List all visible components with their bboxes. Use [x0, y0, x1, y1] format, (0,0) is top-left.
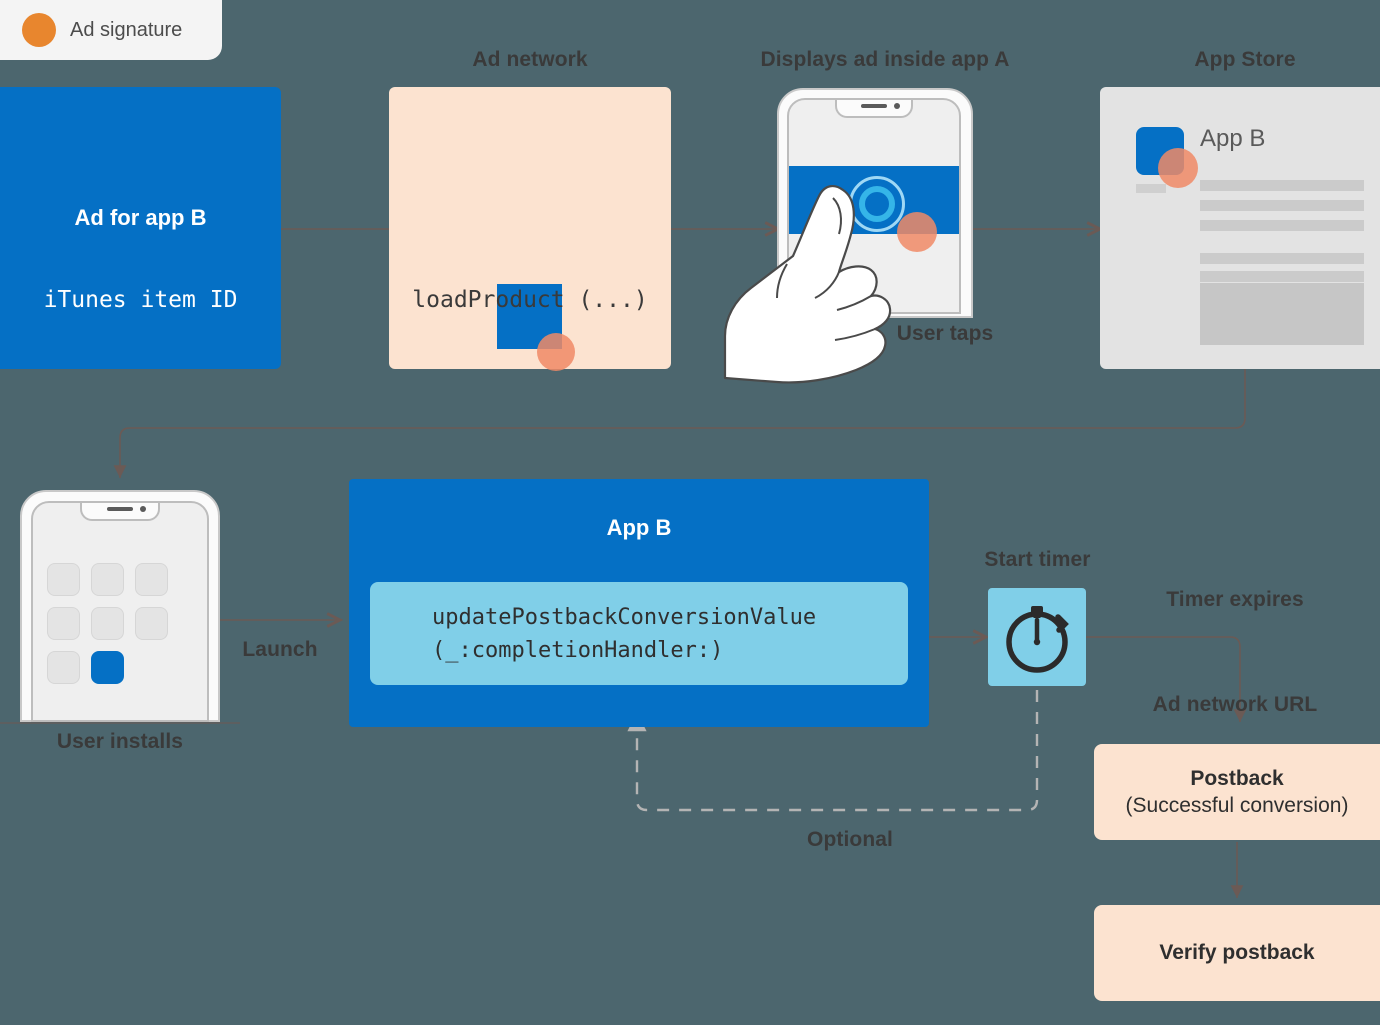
legend-ad-signature: Ad signature	[0, 0, 222, 60]
app-b-installed-icon[interactable]	[91, 651, 124, 684]
caption-app-store: App Store	[1194, 48, 1296, 71]
start-timer-card	[988, 588, 1086, 686]
app-b-api-line-2: (_:completionHandler:)	[432, 637, 724, 663]
speaker-icon	[107, 507, 133, 511]
home-screen-app-grid	[47, 563, 203, 684]
stopwatch-icon	[1006, 606, 1069, 673]
placeholder-line	[1200, 220, 1364, 231]
phone-baseline	[0, 722, 240, 724]
verify-postback-card: Verify postback	[1094, 905, 1380, 1001]
placeholder-line	[1200, 180, 1364, 191]
placeholder-block	[1200, 283, 1364, 345]
phone-home-screen	[0, 490, 240, 724]
legend-label: Ad signature	[70, 18, 183, 41]
camera-icon	[140, 506, 146, 512]
phone-notch	[80, 503, 160, 521]
placeholder-line	[1200, 271, 1364, 282]
caption-timer-expires: Timer expires	[1166, 588, 1304, 611]
ad-signature-circle-icon	[537, 333, 575, 371]
ad-network-card: loadProduct (...)	[389, 87, 671, 371]
hand-tap-illustration	[715, 168, 945, 398]
app-b-card: App B updatePostbackConversionValue (_:c…	[349, 479, 929, 727]
speaker-icon	[861, 104, 887, 108]
app-icon-placeholder	[91, 563, 124, 596]
ad-for-app-b-subtitle: iTunes item ID	[43, 287, 238, 313]
ad-signature-circle-icon	[1158, 148, 1198, 188]
ad-signature-dot-icon	[22, 13, 56, 47]
app-icon-placeholder	[47, 607, 80, 640]
app-icon-placeholder	[135, 607, 168, 640]
caption-displays-ad: Displays ad inside app A	[760, 48, 1010, 71]
caption-ad-network-url: Ad network URL	[1152, 693, 1318, 716]
app-b-api-call: updatePostbackConversionValue (_:complet…	[370, 582, 908, 685]
app-store-card: App B	[1100, 87, 1380, 369]
caption-optional: Optional	[807, 828, 893, 851]
app-store-subtitle-placeholder	[1136, 184, 1166, 193]
caption-launch: Launch	[242, 638, 318, 661]
postback-title: Postback	[1190, 766, 1284, 790]
caption-user-installs: User installs	[56, 730, 184, 753]
ad-for-app-b-card: Ad for app B iTunes item ID	[0, 87, 281, 369]
caption-user-taps: User taps	[896, 322, 994, 345]
placeholder-line	[1200, 200, 1364, 211]
phone-screen	[31, 501, 209, 722]
app-icon-placeholder	[47, 563, 80, 596]
app-b-title: App B	[606, 515, 672, 540]
camera-icon	[894, 103, 900, 109]
caption-start-timer: Start timer	[984, 548, 1091, 571]
app-b-api-line-1: updatePostbackConversionValue	[432, 604, 817, 630]
ad-network-code: loadProduct (...)	[412, 287, 648, 313]
postback-card: Postback (Successful conversion)	[1094, 744, 1380, 840]
phone-notch	[835, 100, 913, 118]
app-store-app-name: App B	[1200, 125, 1266, 152]
postback-subtitle: (Successful conversion)	[1125, 793, 1349, 817]
caption-ad-network: Ad network	[472, 48, 588, 71]
verify-postback-title: Verify postback	[1159, 941, 1315, 964]
ad-for-app-b-title: Ad for app B	[74, 205, 207, 230]
placeholder-line	[1200, 253, 1364, 264]
app-icon-placeholder	[91, 607, 124, 640]
app-icon-placeholder	[47, 651, 80, 684]
diagram-canvas: Ad signature Ad for app B iTunes item ID…	[0, 0, 1380, 1025]
app-icon-placeholder	[135, 563, 168, 596]
phone-app-a	[723, 88, 973, 384]
